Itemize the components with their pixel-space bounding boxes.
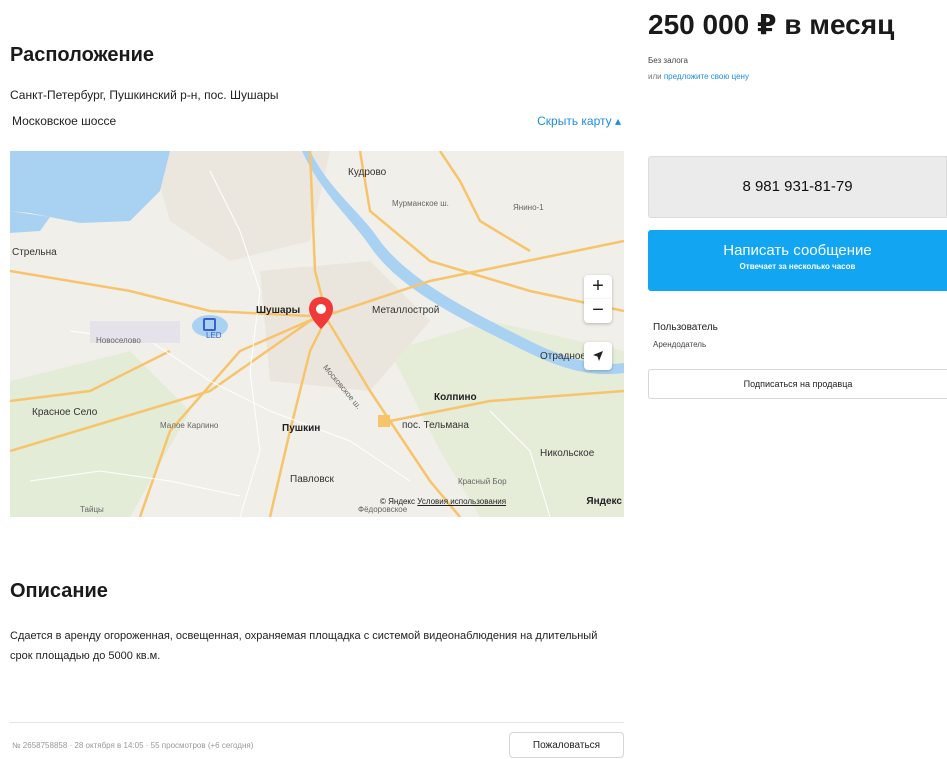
- map-label-taitsy: Тайцы: [80, 505, 104, 514]
- yandex-logo[interactable]: Яндекс: [586, 496, 622, 507]
- offer-price: или предложите свою цену: [648, 72, 749, 81]
- location-title: Расположение: [10, 44, 155, 66]
- map-label-novoselovo: Новоселово: [96, 336, 141, 345]
- map-label-kantse: Янино-1: [513, 203, 544, 212]
- show-phone-button[interactable]: 8 981 931-81-79: [648, 156, 947, 218]
- map-label-malye-kuzmino: Малое Карлино: [160, 421, 219, 430]
- map-label-strelna: Стрельна: [12, 247, 57, 258]
- airport-icon: [203, 318, 216, 331]
- map-label-pushkin: Пушкин: [282, 423, 321, 434]
- zoom-out-button[interactable]: −: [584, 299, 612, 323]
- write-message-button[interactable]: Написать сообщение Отвечает за несколько…: [648, 230, 947, 291]
- write-message-label: Написать сообщение: [723, 242, 872, 259]
- subscribe-seller-button[interactable]: Подписаться на продавца: [648, 369, 947, 399]
- location-pin-icon[interactable]: [308, 296, 334, 330]
- address-line-1: Санкт-Петербург, Пушкинский р-н, пос. Шу…: [10, 88, 279, 102]
- map-label-federalnoe: Фёдоровское: [358, 505, 408, 514]
- map-label-shushary: Шушары: [256, 305, 301, 316]
- seller-name[interactable]: Пользователь: [653, 322, 718, 333]
- listing-meta: № 2658758858 · 28 октября в 14:05 · 55 п…: [12, 741, 254, 750]
- terms-link[interactable]: Условия использования: [417, 497, 506, 506]
- complain-button[interactable]: Пожаловаться: [509, 732, 624, 758]
- map-label-kudrovo: Кудрово: [348, 167, 387, 178]
- address-line-2: Московское шоссе: [12, 114, 117, 128]
- map-label-metallostroy: Металлострой: [372, 305, 440, 316]
- map-label-led: LED: [206, 331, 222, 340]
- map-label-kolpino: Колпино: [434, 392, 477, 403]
- response-time: Отвечает за несколько часов: [739, 262, 856, 271]
- description-text: Сдается в аренду огороженная, освещенная…: [10, 630, 598, 662]
- deposit-info: Без залога: [648, 56, 688, 65]
- geolocation-button[interactable]: [584, 342, 612, 370]
- map-label-kudrovo-sub: Мурманское ш.: [392, 199, 449, 208]
- description-title: Описание: [10, 580, 108, 602]
- offer-prefix: или: [648, 72, 662, 81]
- map-label-pos-telmana: пос. Тельмана: [402, 420, 469, 431]
- copyright-text: © Яндекс: [380, 497, 416, 506]
- map-label-otradnoe: Отрадное: [540, 351, 586, 362]
- map-label-nikolskoe: Никольское: [540, 448, 595, 459]
- zoom-in-button[interactable]: +: [584, 275, 612, 299]
- map[interactable]: Кудрово Мурманское ш. Янино-1 Стрельна Ш…: [10, 151, 624, 517]
- map-copyright: © Яндекс Условия использования: [380, 497, 506, 506]
- map-label-pavlovsk: Павловск: [290, 474, 334, 485]
- price: 250 000 ₽ в месяц: [648, 9, 895, 40]
- seller-role: Арендодатель: [653, 340, 707, 349]
- map-label-krasnoe-selo: Красное Село: [32, 407, 98, 418]
- hide-map-link[interactable]: Скрыть карту ▴: [537, 114, 621, 128]
- divider: [10, 722, 624, 723]
- map-label-krasny-bor: Красный Бор: [458, 477, 507, 486]
- offer-price-link[interactable]: предложите свою цену: [664, 72, 749, 81]
- navigation-arrow-icon: [593, 351, 603, 361]
